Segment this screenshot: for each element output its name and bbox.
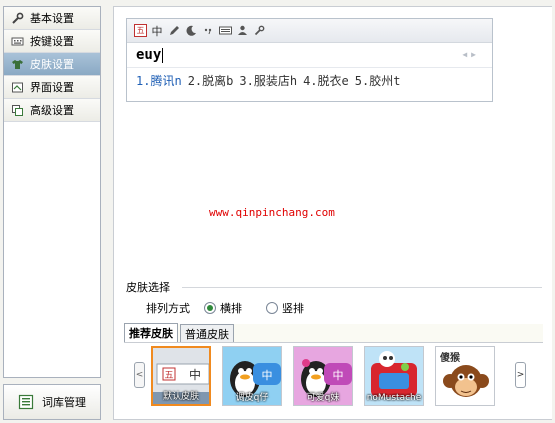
- keyboard-icon: [218, 24, 232, 38]
- sidebar-item-skin[interactable]: 皮肤设置: [4, 53, 100, 76]
- pen-icon: [167, 24, 181, 38]
- candidate-item: 1.腾讯n: [136, 73, 182, 88]
- sidebar-item-keys[interactable]: 按键设置: [4, 30, 100, 53]
- section-divider: [182, 287, 542, 288]
- skin-thumb-silly-monkey[interactable]: 傻猴: [435, 346, 495, 406]
- ime-preview: 五 中 euy ◀▶ 1.腾讯n 2.脱离b 3.服装店h 4.脱衣e 5.胶州…: [126, 18, 493, 102]
- wrench-icon: [252, 24, 266, 38]
- watermark-text: www.qinpinchang.com: [209, 206, 335, 219]
- copy-icon: [10, 103, 24, 117]
- svg-text:中: 中: [189, 367, 201, 382]
- keyboard-icon: [10, 34, 24, 48]
- sidebar-item-advanced[interactable]: 高级设置: [4, 99, 100, 122]
- punctuation-icon: [201, 24, 215, 38]
- skin-caption: 傻猴: [440, 353, 460, 364]
- text-caret: [162, 47, 164, 63]
- sidebar-item-basic[interactable]: 基本设置: [4, 7, 100, 30]
- arrange-mode-row: 排列方式 横排 竖排: [146, 300, 304, 316]
- shirt-icon: [10, 57, 24, 71]
- moon-icon: [184, 24, 198, 38]
- skin-thumb-cute-q[interactable]: 中 可爱q妹: [293, 346, 353, 406]
- arrange-mode-label: 排列方式: [146, 302, 190, 315]
- sidebar-item-label: 按键设置: [30, 35, 74, 48]
- candidate-item: 4.脱衣e: [303, 73, 349, 88]
- radio-dot[interactable]: [266, 302, 278, 314]
- chinese-mode-icon: 中: [151, 24, 163, 38]
- tab-recommended-skins[interactable]: 推荐皮肤: [124, 323, 178, 342]
- skin-thumb-naughty-q[interactable]: 中 调皮q仔: [222, 346, 282, 406]
- radio-vertical[interactable]: 竖排: [266, 300, 304, 316]
- skin-gallery: < 五 中 默认皮肤 中 调皮q仔 中 可爱q妹 noMustache 傻猴 >: [134, 346, 526, 408]
- skin-thumb-default[interactable]: 五 中 默认皮肤: [151, 346, 211, 406]
- skin-caption: 可爱q妹: [306, 393, 340, 403]
- ime-logo: 五: [134, 24, 147, 37]
- sidebar: 基本设置 按键设置 皮肤设置 界面设置 高级设置 词库管理: [0, 0, 106, 423]
- skin-settings-panel: 五 中 euy ◀▶ 1.腾讯n 2.脱离b 3.服装店h 4.脱衣e 5.胶州…: [113, 6, 552, 420]
- sidebar-item-interface[interactable]: 界面设置: [4, 76, 100, 99]
- candidate-item: 5.胶州t: [354, 73, 401, 88]
- ime-toolbar: 五 中: [127, 19, 492, 43]
- user-icon: [235, 24, 249, 38]
- page-arrows-icon: ◀▶: [462, 50, 480, 59]
- radio-dot[interactable]: [204, 302, 216, 314]
- radio-horizontal[interactable]: 横排: [204, 300, 242, 316]
- scroll-right-button[interactable]: >: [515, 362, 526, 388]
- dictionary-icon: [18, 394, 34, 410]
- scroll-left-button[interactable]: <: [134, 362, 145, 388]
- sidebar-item-label: 基本设置: [30, 12, 74, 25]
- settings-nav: 基本设置 按键设置 皮肤设置 界面设置 高级设置: [3, 6, 101, 378]
- candidate-item: 3.服装店h: [239, 73, 298, 88]
- chevron-left-icon: <: [135, 370, 144, 380]
- skin-caption: 默认皮肤: [162, 392, 199, 402]
- wrench-icon: [10, 11, 24, 25]
- skin-thumb-nomustache[interactable]: noMustache: [364, 346, 424, 406]
- svg-text:中: 中: [333, 369, 344, 382]
- skin-section-title: 皮肤选择: [126, 281, 170, 294]
- sidebar-item-label: 界面设置: [30, 81, 74, 94]
- svg-text:中: 中: [262, 369, 273, 382]
- sidebar-item-label: 高级设置: [30, 104, 74, 117]
- chevron-right-icon: >: [516, 370, 525, 380]
- window-icon: [10, 80, 24, 94]
- dictionary-manage-button[interactable]: 词库管理: [3, 384, 101, 420]
- sidebar-item-label: 皮肤设置: [30, 58, 74, 71]
- candidate-list: 1.腾讯n 2.脱离b 3.服装店h 4.脱衣e 5.胶州t: [127, 68, 492, 92]
- candidate-item: 2.脱离b: [187, 73, 234, 88]
- radio-label: 竖排: [282, 302, 304, 315]
- svg-text:五: 五: [164, 371, 173, 381]
- tab-normal-skins[interactable]: 普通皮肤: [180, 324, 234, 342]
- composition-text: euy: [136, 47, 162, 63]
- dictionary-manage-label: 词库管理: [42, 396, 86, 409]
- ime-composition: euy ◀▶: [127, 43, 492, 68]
- radio-label: 横排: [220, 302, 242, 315]
- skin-caption: noMustache: [366, 393, 422, 403]
- skin-tabs: 推荐皮肤 普通皮肤: [124, 323, 543, 343]
- skin-caption: 调皮q仔: [235, 393, 269, 403]
